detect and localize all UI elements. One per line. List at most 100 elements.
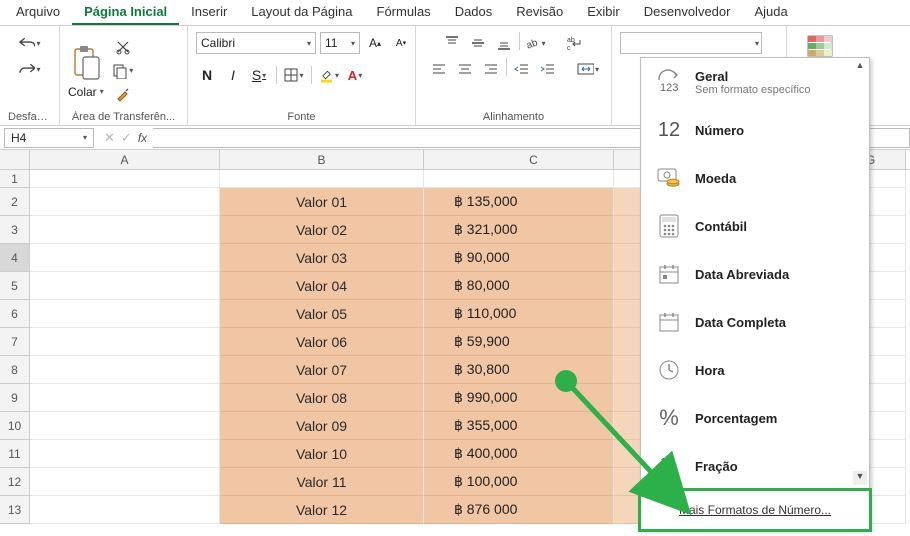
decrease-font-button[interactable]: A▾ <box>390 32 412 54</box>
cell[interactable]: ฿ 135,000 <box>424 188 614 216</box>
nf-option-hora[interactable]: Hora <box>641 346 869 394</box>
cell[interactable] <box>30 244 220 272</box>
cell[interactable]: ฿ 321,000 <box>424 216 614 244</box>
undo-button[interactable]: ▾ <box>19 32 41 54</box>
increase-font-button[interactable]: A▴ <box>364 32 386 54</box>
tab-formulas[interactable]: Fórmulas <box>365 0 443 25</box>
cell[interactable] <box>30 300 220 328</box>
row-header[interactable]: 10 <box>0 412 30 440</box>
font-name-select[interactable]: Calibri ▾ <box>196 32 316 54</box>
cell[interactable] <box>30 356 220 384</box>
cell[interactable]: ฿ 990,000 <box>424 384 614 412</box>
cancel-formula-icon[interactable]: ✕ <box>104 130 115 146</box>
accept-formula-icon[interactable]: ✓ <box>121 130 132 146</box>
cell[interactable]: ฿ 80,000 <box>424 272 614 300</box>
cell[interactable]: Valor 12 <box>220 496 424 524</box>
select-all-corner[interactable] <box>0 150 30 169</box>
cell[interactable]: ฿ 355,000 <box>424 412 614 440</box>
align-middle-button[interactable] <box>467 32 489 54</box>
tab-ajuda[interactable]: Ajuda <box>742 0 799 25</box>
row-header[interactable]: 2 <box>0 188 30 216</box>
redo-button[interactable]: ▾ <box>19 58 41 80</box>
font-size-select[interactable]: 11 ▾ <box>320 32 360 54</box>
cell[interactable]: ฿ 30,800 <box>424 356 614 384</box>
cell[interactable]: Valor 09 <box>220 412 424 440</box>
cell[interactable]: Valor 08 <box>220 384 424 412</box>
nf-option-moeda[interactable]: Moeda <box>641 154 869 202</box>
cell[interactable] <box>30 272 220 300</box>
row-header[interactable]: 6 <box>0 300 30 328</box>
col-header-B[interactable]: B <box>220 150 424 169</box>
cell[interactable]: Valor 01 <box>220 188 424 216</box>
row-header[interactable]: 11 <box>0 440 30 468</box>
cell[interactable]: Valor 05 <box>220 300 424 328</box>
col-header-C[interactable]: C <box>424 150 614 169</box>
fill-color-button[interactable]: ▾ <box>318 64 340 86</box>
orientation-button[interactable]: ab▾ <box>524 32 546 54</box>
tab-desenvolvedor[interactable]: Desenvolvedor <box>632 0 743 25</box>
copy-button[interactable]: ▾ <box>112 60 134 82</box>
cell[interactable]: ฿ 400,000 <box>424 440 614 468</box>
cell[interactable]: ฿ 100,000 <box>424 468 614 496</box>
bold-button[interactable]: N <box>196 64 218 86</box>
align-bottom-button[interactable] <box>493 32 515 54</box>
underline-button[interactable]: S▾ <box>248 64 270 86</box>
cell[interactable]: Valor 07 <box>220 356 424 384</box>
row-header[interactable]: 9 <box>0 384 30 412</box>
cell[interactable]: Valor 03 <box>220 244 424 272</box>
cell[interactable] <box>30 170 220 188</box>
align-left-button[interactable] <box>428 58 450 80</box>
row-header[interactable]: 13 <box>0 496 30 524</box>
cell[interactable] <box>30 496 220 524</box>
font-color-button[interactable]: A ▾ <box>344 64 366 86</box>
nf-option-geral[interactable]: 123 Geral Sem formato específico <box>641 58 869 106</box>
col-header-A[interactable]: A <box>30 150 220 169</box>
cell[interactable] <box>30 412 220 440</box>
cell[interactable] <box>220 170 424 188</box>
name-box[interactable]: H4 ▾ <box>4 128 94 148</box>
cell[interactable] <box>30 440 220 468</box>
nf-option-porcentagem[interactable]: % Porcentagem <box>641 394 869 442</box>
cell[interactable]: Valor 06 <box>220 328 424 356</box>
scroll-down-icon[interactable]: ▼ <box>853 471 867 485</box>
align-center-button[interactable] <box>454 58 476 80</box>
align-right-button[interactable] <box>480 58 502 80</box>
row-header[interactable]: 5 <box>0 272 30 300</box>
cell[interactable]: Valor 10 <box>220 440 424 468</box>
tab-dados[interactable]: Dados <box>443 0 505 25</box>
paste-icon[interactable] <box>69 43 103 83</box>
row-header[interactable]: 4 <box>0 244 30 272</box>
tab-pagina-inicial[interactable]: Página Inicial <box>72 0 179 25</box>
increase-indent-button[interactable] <box>537 58 559 80</box>
cell[interactable]: ฿ 90,000 <box>424 244 614 272</box>
cell[interactable]: Valor 04 <box>220 272 424 300</box>
tab-arquivo[interactable]: Arquivo <box>4 0 72 25</box>
paste-button[interactable]: Colar ▾ <box>68 85 104 99</box>
cell[interactable] <box>30 328 220 356</box>
fx-icon[interactable]: fx <box>138 131 147 145</box>
tab-exibir[interactable]: Exibir <box>575 0 632 25</box>
tab-revisao[interactable]: Revisão <box>504 0 575 25</box>
decrease-indent-button[interactable] <box>511 58 533 80</box>
nf-option-contabil[interactable]: Contábil <box>641 202 869 250</box>
nf-option-fracao[interactable]: ½ Fração <box>641 442 869 488</box>
borders-button[interactable]: ▾ <box>283 64 305 86</box>
cell[interactable] <box>424 170 614 188</box>
align-top-button[interactable] <box>441 32 463 54</box>
nf-more-formats[interactable]: Mais Formatos de Número... <box>638 488 872 532</box>
cell[interactable] <box>30 188 220 216</box>
cell[interactable]: ฿ 59,900 <box>424 328 614 356</box>
tab-inserir[interactable]: Inserir <box>179 0 239 25</box>
number-format-select[interactable]: ▾ <box>620 32 762 54</box>
cell[interactable] <box>30 468 220 496</box>
scroll-up-icon[interactable]: ▲ <box>853 60 867 74</box>
format-painter-button[interactable] <box>112 84 134 106</box>
row-header[interactable]: 1 <box>0 170 30 188</box>
cell[interactable]: Valor 02 <box>220 216 424 244</box>
row-header[interactable]: 8 <box>0 356 30 384</box>
row-header[interactable]: 3 <box>0 216 30 244</box>
tab-layout[interactable]: Layout da Página <box>239 0 364 25</box>
cell[interactable] <box>30 216 220 244</box>
merge-center-button[interactable]: ▾ <box>577 58 599 80</box>
row-header[interactable]: 12 <box>0 468 30 496</box>
